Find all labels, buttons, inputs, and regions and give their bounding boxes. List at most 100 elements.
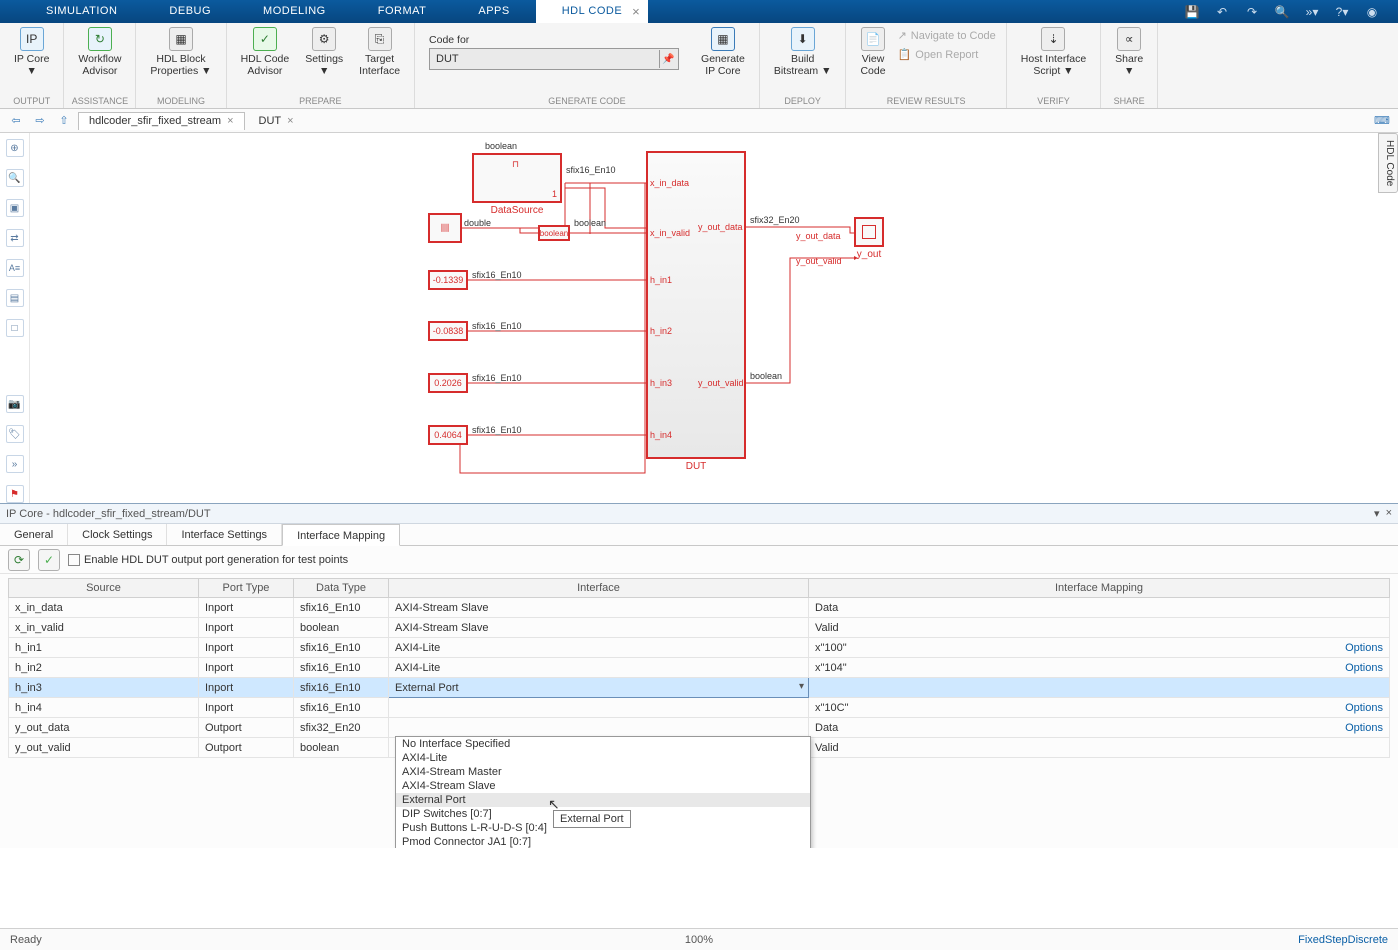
- status-zoom[interactable]: 100%: [685, 934, 713, 946]
- block-dut[interactable]: [646, 151, 746, 459]
- ip-core-button[interactable]: IP IP Core ▼: [6, 25, 57, 79]
- dropdown-option[interactable]: AXI4-Stream Slave: [396, 779, 810, 793]
- interface-cell[interactable]: AXI4-Lite: [389, 658, 809, 678]
- block-const1[interactable]: -0.1339: [428, 270, 468, 290]
- dropdown-option[interactable]: AXI4-Stream Master: [396, 765, 810, 779]
- palette-box-icon[interactable]: □: [6, 319, 24, 337]
- tab-debug[interactable]: DEBUG: [143, 0, 237, 23]
- dropdown-option[interactable]: AXI4-Lite: [396, 751, 810, 765]
- table-row[interactable]: x_in_data Inport sfix16_En10 AXI4-Stream…: [9, 598, 1390, 618]
- hdl-code-advisor-button[interactable]: ✓ HDL Code Advisor: [233, 25, 298, 79]
- search-icon[interactable]: 🔍: [1274, 4, 1290, 20]
- undo-icon[interactable]: ↶: [1214, 4, 1230, 20]
- table-row[interactable]: x_in_valid Inport boolean AXI4-Stream Sl…: [9, 618, 1390, 638]
- workflow-advisor-button[interactable]: ↻ Workflow Advisor: [70, 25, 129, 79]
- breadcrumb-path[interactable]: DUT×: [249, 112, 304, 130]
- tab-format[interactable]: FORMAT: [352, 0, 453, 23]
- nav-back-icon[interactable]: ⇦: [6, 112, 26, 130]
- block-yout[interactable]: [854, 217, 884, 247]
- share-button[interactable]: ∝ Share ▼: [1107, 25, 1151, 79]
- redo-icon[interactable]: ↷: [1244, 4, 1260, 20]
- validate-button[interactable]: ✓: [38, 549, 60, 571]
- keyboard-icon[interactable]: ⌨: [1372, 112, 1392, 130]
- mapping-cell[interactable]: Data: [809, 598, 1390, 618]
- tab-simulation[interactable]: SIMULATION: [20, 0, 143, 23]
- model-canvas[interactable]: ⊓ 1 DataSource boolean sfix16_En10 ⫼⫼ do…: [30, 133, 1380, 503]
- target-interface-button[interactable]: ⎘ Target Interface: [351, 25, 408, 79]
- tab-general[interactable]: General: [0, 524, 68, 545]
- tab-clock[interactable]: Clock Settings: [68, 524, 167, 545]
- palette-flag-icon[interactable]: ⚑: [6, 485, 24, 503]
- panel-menu-icon[interactable]: ▾: [1374, 507, 1380, 520]
- block-signal-source[interactable]: ⫼⫼: [428, 213, 462, 243]
- interface-cell-dropdown[interactable]: External Port: [389, 678, 809, 698]
- pin-icon[interactable]: 📌: [659, 50, 677, 68]
- status-solver[interactable]: FixedStepDiscrete: [1298, 934, 1388, 946]
- help-icon[interactable]: ?▾: [1334, 4, 1350, 20]
- tab-interface-mapping[interactable]: Interface Mapping: [282, 524, 400, 546]
- palette-screenshot-icon[interactable]: 📷: [6, 395, 24, 413]
- block-datasource[interactable]: ⊓ 1: [472, 153, 562, 203]
- tab-interface-settings[interactable]: Interface Settings: [167, 524, 282, 545]
- mapping-cell[interactable]: x"10C"Options: [809, 698, 1390, 718]
- interface-cell[interactable]: [389, 698, 809, 718]
- save-icon[interactable]: 💾: [1184, 4, 1200, 20]
- enable-testpoints-checkbox[interactable]: Enable HDL DUT output port generation fo…: [68, 554, 348, 566]
- table-row[interactable]: h_in1 Inport sfix16_En10 AXI4-Lite x"100…: [9, 638, 1390, 658]
- settings-button[interactable]: ⚙ Settings ▼: [297, 25, 351, 79]
- table-row[interactable]: h_in2 Inport sfix16_En10 AXI4-Lite x"104…: [9, 658, 1390, 678]
- block-const2[interactable]: -0.0838: [428, 321, 468, 341]
- group-output: OUTPUT: [0, 96, 63, 108]
- interface-cell[interactable]: AXI4-Stream Slave: [389, 618, 809, 638]
- mapping-cell[interactable]: Valid: [809, 738, 1390, 758]
- generate-ipcore-button[interactable]: ▦ Generate IP Core: [693, 25, 753, 79]
- close-icon[interactable]: ×: [227, 115, 233, 127]
- more-icon[interactable]: »▾: [1304, 4, 1320, 20]
- dropdown-option[interactable]: External Port: [396, 793, 810, 807]
- block-const4[interactable]: 0.4064: [428, 425, 468, 445]
- palette-fit-icon[interactable]: ▣: [6, 199, 24, 217]
- block-convert-boolean[interactable]: boolean: [538, 225, 570, 241]
- palette-badge-icon[interactable]: 🏷: [6, 425, 24, 443]
- options-link[interactable]: Options: [1345, 722, 1383, 734]
- options-link[interactable]: Options: [1345, 702, 1383, 714]
- host-interface-button[interactable]: ⇣ Host Interface Script ▼: [1013, 25, 1094, 79]
- tab-apps[interactable]: APPS: [452, 0, 535, 23]
- table-row[interactable]: h_in4 Inport sfix16_En10 x"10C"Options: [9, 698, 1390, 718]
- mapping-cell[interactable]: DataOptions: [809, 718, 1390, 738]
- tab-hdlcode[interactable]: HDL CODE: [536, 0, 648, 23]
- table-row[interactable]: h_in3 Inport sfix16_En10 External Port: [9, 678, 1390, 698]
- palette-zoom-icon[interactable]: 🔍: [6, 169, 24, 187]
- build-bitstream-button[interactable]: ⬇ Build Bitstream ▼: [766, 25, 840, 79]
- hdl-block-props-button[interactable]: ▦ HDL Block Properties ▼: [142, 25, 219, 79]
- breadcrumb-file[interactable]: hdlcoder_sfir_fixed_stream×: [78, 112, 245, 130]
- table-row[interactable]: y_out_data Outport sfix32_En20 DataOptio…: [9, 718, 1390, 738]
- code-for-select[interactable]: DUT 📌: [429, 48, 679, 70]
- hdl-code-side-tab[interactable]: HDL Code: [1378, 133, 1398, 193]
- block-props-icon: ▦: [169, 27, 193, 51]
- refresh-button[interactable]: ⟳: [8, 549, 30, 571]
- view-code-button[interactable]: 📄 View Code: [852, 25, 893, 79]
- block-const3[interactable]: 0.2026: [428, 373, 468, 393]
- close-icon[interactable]: ×: [287, 115, 293, 127]
- options-link[interactable]: Options: [1345, 662, 1383, 674]
- tab-modeling[interactable]: MODELING: [237, 0, 352, 23]
- palette-routing-icon[interactable]: ⇄: [6, 229, 24, 247]
- panel-close-icon[interactable]: ×: [1386, 507, 1392, 520]
- interface-cell[interactable]: AXI4-Lite: [389, 638, 809, 658]
- dropdown-option[interactable]: No Interface Specified: [396, 737, 810, 751]
- palette-image-icon[interactable]: ▤: [6, 289, 24, 307]
- nav-up-icon[interactable]: ⇧: [54, 112, 74, 130]
- interface-cell[interactable]: [389, 718, 809, 738]
- mapping-cell[interactable]: x"104"Options: [809, 658, 1390, 678]
- mapping-cell[interactable]: Valid: [809, 618, 1390, 638]
- palette-annotate-icon[interactable]: A≡: [6, 259, 24, 277]
- palette-expand-icon[interactable]: »: [6, 455, 24, 473]
- palette-autofit-icon[interactable]: ⊕: [6, 139, 24, 157]
- interface-cell[interactable]: AXI4-Stream Slave: [389, 598, 809, 618]
- mapping-cell[interactable]: [809, 678, 1390, 698]
- options-link[interactable]: Options: [1345, 642, 1383, 654]
- dropdown-option[interactable]: Pmod Connector JA1 [0:7]: [396, 835, 810, 848]
- min-ribbon-icon[interactable]: ◉: [1364, 4, 1380, 20]
- mapping-cell[interactable]: x"100"Options: [809, 638, 1390, 658]
